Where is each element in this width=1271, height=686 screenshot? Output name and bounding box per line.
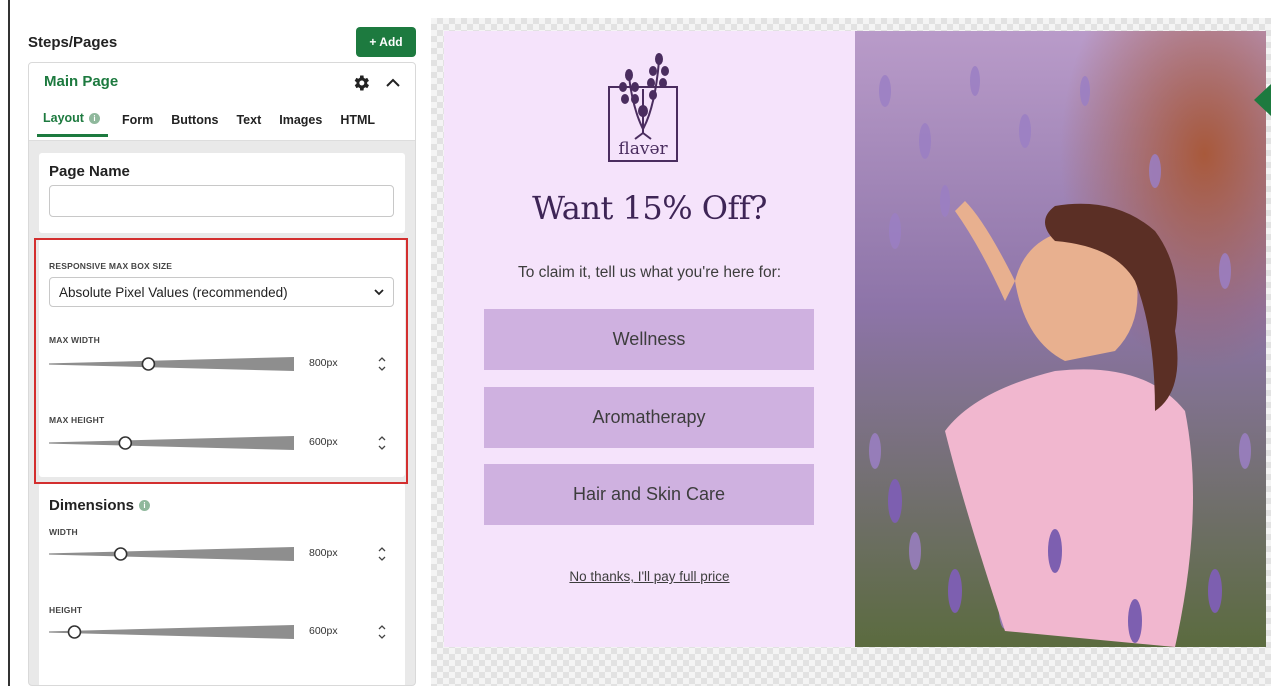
- tab-label: Buttons: [171, 112, 219, 127]
- max-height-value: 600px: [309, 436, 338, 448]
- stepper-icon[interactable]: [375, 543, 389, 565]
- tab-html[interactable]: HTML: [340, 107, 375, 137]
- chevron-up-icon[interactable]: [383, 73, 403, 93]
- max-height-label: MAX HEIGHT: [49, 415, 105, 425]
- tab-images[interactable]: Images: [279, 107, 322, 137]
- popup-headline: Want 15% Off?: [532, 189, 767, 227]
- height-slider-row: 600px: [49, 621, 394, 643]
- info-icon[interactable]: i: [88, 112, 100, 124]
- tab-label: Layout: [43, 111, 84, 125]
- slider-track[interactable]: [49, 357, 294, 371]
- panel-header: Steps/Pages + Add: [28, 24, 416, 60]
- responsive-mode-select[interactable]: Absolute Pixel Values (recommended): [49, 277, 394, 307]
- slider-thumb[interactable]: [67, 625, 82, 639]
- max-width-slider[interactable]: [49, 357, 294, 371]
- max-height-slider[interactable]: [49, 436, 294, 450]
- height-slider[interactable]: [49, 625, 294, 639]
- max-width-value: 800px: [309, 357, 338, 369]
- height-value: 600px: [309, 625, 338, 637]
- max-width-label: MAX WIDTH: [49, 335, 100, 345]
- tab-label: HTML: [340, 112, 376, 127]
- width-value: 800px: [309, 547, 338, 559]
- dimensions-label: Dimensions i: [49, 497, 151, 514]
- selected-option: Absolute Pixel Values (recommended): [59, 284, 288, 300]
- dimensions-section: Dimensions i WIDTH 800px HEIGHT 600px: [39, 483, 405, 685]
- tab-form[interactable]: Form: [122, 107, 153, 137]
- tab-label: Text: [236, 112, 262, 127]
- card-header: Main Page Layout i Form Buttons Text Ima…: [29, 63, 415, 141]
- card-title: Main Page: [44, 73, 119, 90]
- choice-hair-skin-button[interactable]: Hair and Skin Care: [484, 464, 814, 525]
- max-width-slider-row: 800px: [49, 353, 394, 375]
- page-name-input[interactable]: [49, 185, 394, 217]
- dimensions-label-text: Dimensions: [49, 497, 135, 514]
- page-name-label: Page Name: [49, 163, 130, 180]
- popup-subhead: To claim it, tell us what you're here fo…: [517, 264, 782, 281]
- chevron-down-icon: [374, 289, 384, 296]
- slider-track[interactable]: [49, 625, 294, 639]
- tab-bar: Layout i Form Buttons Text Images HTML: [37, 107, 375, 137]
- slider-thumb[interactable]: [141, 357, 156, 371]
- height-label: HEIGHT: [49, 605, 83, 615]
- gear-icon[interactable]: [351, 73, 371, 93]
- tab-label: Images: [279, 112, 323, 127]
- width-label: WIDTH: [49, 527, 78, 537]
- collapse-arrow-icon[interactable]: [1252, 80, 1271, 120]
- slider-thumb[interactable]: [113, 547, 128, 561]
- tab-text[interactable]: Text: [236, 107, 261, 137]
- decline-link[interactable]: No thanks, I'll pay full price: [444, 569, 855, 584]
- hero-image: [855, 31, 1266, 647]
- choice-aromatherapy-button[interactable]: Aromatherapy: [484, 387, 814, 448]
- stepper-icon[interactable]: [375, 353, 389, 375]
- max-height-slider-row: 600px: [49, 432, 394, 454]
- main-page-card: Main Page Layout i Form Buttons Text Ima…: [28, 62, 416, 686]
- tab-layout[interactable]: Layout i: [37, 107, 108, 137]
- page-name-section: Page Name: [39, 153, 405, 233]
- responsive-size-section: RESPONSIVE MAX BOX SIZE Absolute Pixel V…: [39, 239, 405, 477]
- slider-track[interactable]: [49, 436, 294, 450]
- logo-text: flavər: [618, 139, 668, 159]
- panel-title: Steps/Pages: [28, 33, 118, 51]
- slider-thumb[interactable]: [118, 436, 133, 450]
- slider-track[interactable]: [49, 547, 294, 561]
- width-slider-row: 800px: [49, 543, 394, 565]
- popup-content: flavər Want 15% Off? To claim it, tell u…: [444, 31, 855, 647]
- window-edge: [8, 0, 10, 686]
- tab-label: Form: [121, 112, 154, 127]
- add-step-button[interactable]: + Add: [356, 27, 416, 57]
- stepper-icon[interactable]: [375, 621, 389, 643]
- info-icon[interactable]: i: [139, 500, 151, 511]
- choice-wellness-button[interactable]: Wellness: [484, 309, 814, 370]
- tab-buttons[interactable]: Buttons: [171, 107, 218, 137]
- stepper-icon[interactable]: [375, 432, 389, 454]
- lavender-field-photo: [855, 31, 1266, 647]
- steps-panel: Steps/Pages + Add Main Page Layout i For…: [18, 14, 422, 686]
- responsive-size-label: RESPONSIVE MAX BOX SIZE: [49, 261, 173, 271]
- width-slider[interactable]: [49, 547, 294, 561]
